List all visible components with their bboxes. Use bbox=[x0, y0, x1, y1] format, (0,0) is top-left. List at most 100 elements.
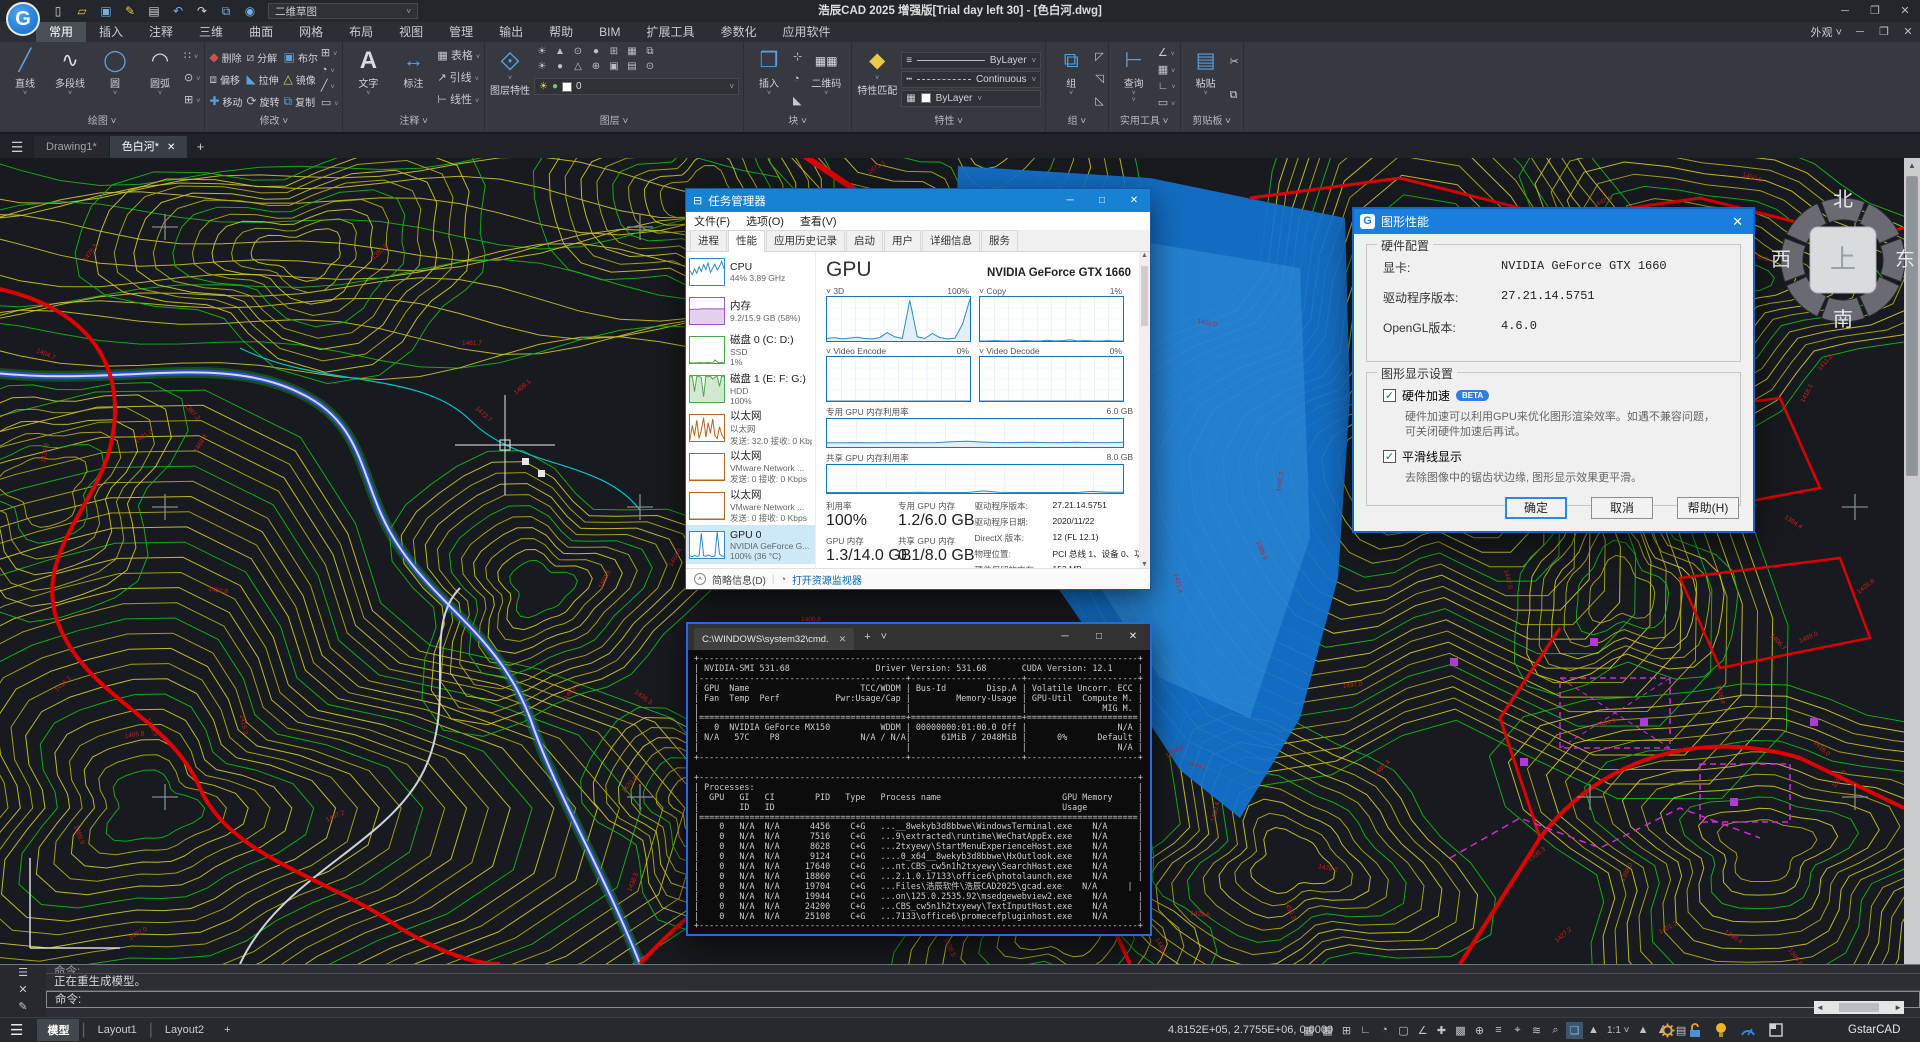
modify-extra-icon[interactable]: ◔ ˅ bbox=[321, 64, 339, 78]
minimize-icon[interactable]: ─ bbox=[1048, 624, 1082, 650]
tm-tab-启动[interactable]: 启动 bbox=[846, 230, 883, 251]
workspace-icon[interactable]: ⧉ bbox=[216, 2, 236, 20]
close-icon[interactable]: ✕ bbox=[1116, 624, 1150, 650]
ribbon-tab-常用[interactable]: 常用 bbox=[36, 22, 86, 42]
redo-icon[interactable]: ↷ bbox=[192, 2, 212, 20]
block-extra-icon[interactable]: ◣ bbox=[793, 95, 802, 108]
ribbon-tab-帮助[interactable]: 帮助 bbox=[536, 22, 586, 42]
object-snap-icon[interactable]: ▢ bbox=[1395, 1022, 1412, 1039]
group-extra-icon[interactable]: ◹ bbox=[1095, 73, 1103, 86]
layer-dropdown[interactable]: ☀●0˅ bbox=[534, 78, 739, 95]
collapse-label[interactable]: 简略信息(D) bbox=[712, 572, 766, 587]
clipboard-extra-icon[interactable]: ⧉ bbox=[1230, 89, 1239, 102]
ortho-icon[interactable]: ∟ bbox=[1357, 1022, 1374, 1039]
property-dropdown-0[interactable]: ≡ByLayer˅ bbox=[901, 52, 1041, 69]
ribbon-tab-注释[interactable]: 注释 bbox=[136, 22, 186, 42]
tm-menu-查看(V)[interactable]: 查看(V) bbox=[792, 213, 845, 229]
layer-tool-icon[interactable]: ▣ bbox=[606, 61, 622, 76]
tm-menu-选项(O)[interactable]: 选项(O) bbox=[738, 213, 792, 229]
ribbon-tab-网格[interactable]: 网格 bbox=[286, 22, 336, 42]
panel-label-blocks[interactable]: 块 ˅ bbox=[744, 114, 851, 132]
layer-tool-icon[interactable]: ⊞ bbox=[606, 46, 622, 61]
tool-paste[interactable]: ▤粘贴˅ bbox=[1185, 44, 1227, 114]
hardware-accel-checkbox[interactable]: ✓ bbox=[1383, 389, 1396, 402]
dynamic-input-icon[interactable]: ⌖ bbox=[1509, 1022, 1526, 1039]
workspace-dropdown[interactable]: 二维草图 ˅ bbox=[268, 3, 418, 19]
layer-tool-icon[interactable]: ▲ bbox=[552, 46, 568, 61]
undo-icon[interactable]: ↶ bbox=[168, 2, 188, 20]
group-extra-icon[interactable]: ◺ bbox=[1095, 95, 1103, 108]
file-tab-close-icon[interactable]: ✕ bbox=[167, 142, 175, 153]
tool-text[interactable]: A文字˅ bbox=[347, 44, 389, 114]
new-drawing-tab-button[interactable]: + bbox=[188, 136, 212, 158]
minimize-icon[interactable]: ─ bbox=[1054, 189, 1086, 212]
command-cancel-icon[interactable]: ✕ bbox=[18, 982, 27, 999]
perf-item-内存[interactable]: 内存9.2/15.9 GB (58%) bbox=[686, 291, 815, 330]
group-extra-icon[interactable]: ◸ bbox=[1095, 51, 1103, 64]
ribbon-tab-扩展工具[interactable]: 扩展工具 bbox=[634, 22, 708, 42]
task-manager-title-bar[interactable]: ⊟ 任务管理器 ─□✕ bbox=[686, 189, 1150, 212]
command-edit-icon[interactable]: ✎ bbox=[18, 999, 27, 1016]
scroll-up-icon[interactable]: ▲ bbox=[1904, 158, 1920, 173]
task-manager-scrollbar[interactable]: ▲ ▼ bbox=[1139, 252, 1150, 568]
layer-tool-icon[interactable]: ⧉ bbox=[642, 46, 658, 61]
dialog-button-取消[interactable]: 取消 bbox=[1591, 497, 1653, 519]
draw-extra-icon[interactable]: ⊙ ˅ bbox=[184, 72, 200, 86]
utils-extra-icon[interactable]: ▦ ˅ bbox=[1158, 64, 1176, 78]
modify-extra-icon[interactable]: ╱ ˅ bbox=[321, 80, 339, 94]
panel-label-draw[interactable]: 绘图 ˅ bbox=[0, 114, 204, 132]
angle-snap-icon[interactable]: ∠ bbox=[1414, 1022, 1431, 1039]
hatch-display-icon[interactable]: ▩ bbox=[1452, 1022, 1469, 1039]
bulb-icon[interactable] bbox=[1715, 1022, 1727, 1038]
tool-旋转[interactable]: ⟳旋转 bbox=[246, 90, 279, 112]
tool-分解[interactable]: ⧄分解 bbox=[246, 46, 279, 68]
file-tab-Drawing1*[interactable]: Drawing1* bbox=[34, 136, 109, 158]
new-file-icon[interactable]: ▯ bbox=[48, 2, 68, 20]
perf-item-以太网[interactable]: 以太网VMware Network ...发送: 0 接收: 0 Kbps bbox=[686, 447, 815, 486]
modify-extra-icon[interactable]: ⊞ ˅ bbox=[321, 47, 339, 61]
tm-scroll-down-icon[interactable]: ▼ bbox=[1139, 561, 1150, 568]
layer-tool-icon[interactable]: ▦ bbox=[624, 46, 640, 61]
annotation-scale[interactable]: 1:1 ˅ bbox=[1604, 1022, 1633, 1039]
panel-label-utils[interactable]: 实用工具 ˅ bbox=[1109, 114, 1180, 132]
tool-insert-block[interactable]: ❒插入˅ bbox=[748, 44, 790, 114]
status-menu-icon[interactable]: ☰ bbox=[10, 1021, 23, 1039]
tool-直线[interactable]: ╱直线˅ bbox=[4, 44, 46, 114]
unlock-icon[interactable] bbox=[1688, 1023, 1702, 1038]
gstarcad-logo-icon[interactable]: G bbox=[6, 2, 40, 36]
print-icon[interactable]: ▤ bbox=[144, 2, 164, 20]
tool-布尔[interactable]: ▣布尔 bbox=[284, 46, 318, 68]
tool-多段线[interactable]: ∿多段线˅ bbox=[49, 44, 91, 114]
panel-label-modify[interactable]: 修改 ˅ bbox=[205, 114, 342, 132]
gear-icon[interactable] bbox=[1660, 1023, 1675, 1038]
draw-extra-icon[interactable]: ⊞ ˅ bbox=[184, 94, 200, 108]
command-menu-icon[interactable]: ☰ bbox=[18, 965, 28, 982]
close-icon[interactable]: ✕ bbox=[1890, 0, 1920, 22]
panel-label-group[interactable]: 组 ˅ bbox=[1046, 114, 1107, 132]
command-input[interactable]: 命令: bbox=[46, 991, 1920, 1008]
hardware-accel-icon[interactable]: ❏ bbox=[1566, 1022, 1583, 1039]
restore-icon[interactable]: □ bbox=[1086, 189, 1118, 212]
ribbon-tab-参数化[interactable]: 参数化 bbox=[708, 22, 770, 42]
ribbon-tab-视图[interactable]: 视图 bbox=[386, 22, 436, 42]
file-tab-色白河*[interactable]: 色白河*✕ bbox=[110, 136, 188, 158]
tm-tab-性能[interactable]: 性能 bbox=[728, 230, 765, 252]
tool-移动[interactable]: ✚移动 bbox=[209, 90, 242, 112]
layer-tool-icon[interactable]: ⊕ bbox=[588, 61, 604, 76]
dialog-close-icon[interactable]: ✕ bbox=[1732, 214, 1753, 230]
property-dropdown-2[interactable]: ▦ByLayer˅ bbox=[901, 90, 1041, 107]
tm-tab-服务[interactable]: 服务 bbox=[981, 230, 1018, 251]
ribbon-tab-布局[interactable]: 布局 bbox=[336, 22, 386, 42]
property-dropdown-1[interactable]: ┅Continuous˅ bbox=[901, 71, 1041, 88]
collapse-icon[interactable]: ˄ bbox=[694, 573, 706, 585]
close-icon[interactable]: ✕ bbox=[1118, 189, 1150, 212]
ribbon-tab-BIM[interactable]: BIM bbox=[586, 22, 633, 42]
tool-dimension[interactable]: ↔标注 bbox=[392, 44, 434, 114]
tool-group[interactable]: ⧉组˅ bbox=[1050, 44, 1092, 114]
tab-dropdown-icon[interactable]: ˅ bbox=[881, 631, 887, 643]
tool-镜像[interactable]: △镜像 bbox=[284, 68, 318, 90]
panel-label-layers[interactable]: 图层 ˅ bbox=[485, 114, 743, 132]
ribbon-tab-三维[interactable]: 三维 bbox=[186, 22, 236, 42]
layout-tab-模型[interactable]: 模型 bbox=[37, 1019, 79, 1041]
restore-icon[interactable]: ❐ bbox=[1872, 22, 1896, 42]
